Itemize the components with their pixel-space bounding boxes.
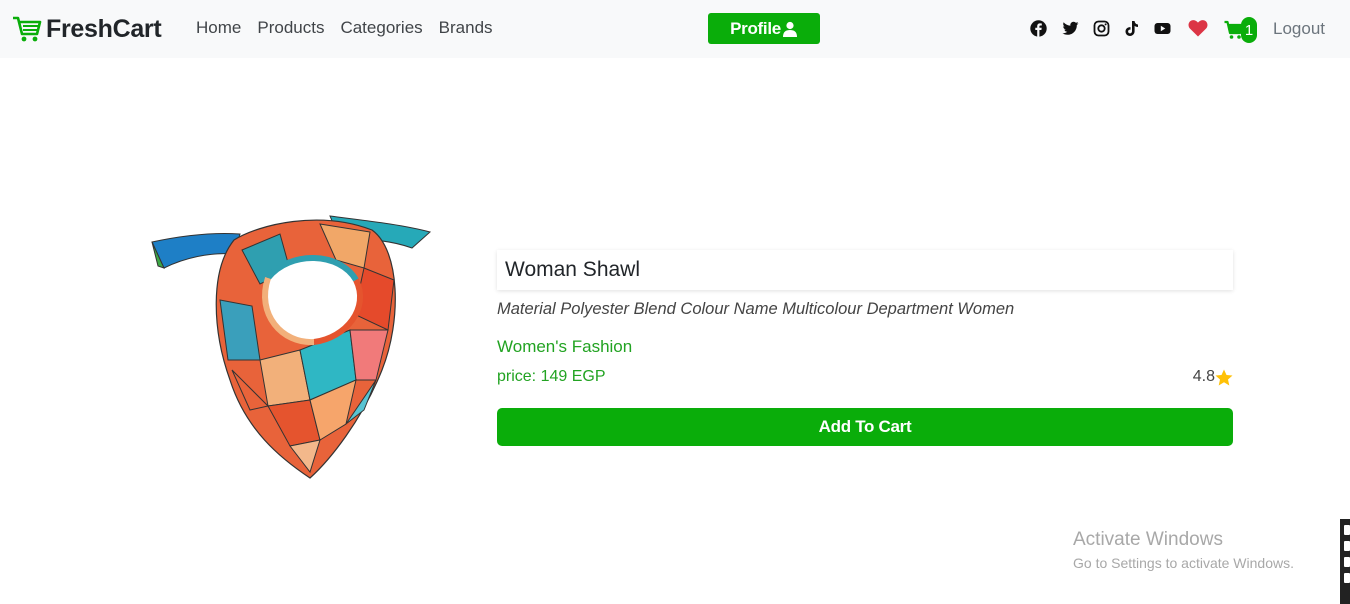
watermark-title: Activate Windows — [1073, 529, 1223, 550]
profile-button[interactable]: Profile — [708, 13, 820, 44]
youtube-icon[interactable] — [1154, 20, 1171, 37]
nav-link-categories[interactable]: Categories — [340, 18, 422, 38]
brand-logo[interactable]: FreshCart — [12, 14, 162, 44]
profile-label: Profile — [730, 18, 781, 38]
logout-link[interactable]: Logout — [1273, 19, 1325, 39]
star-icon — [1215, 369, 1233, 385]
heart-icon[interactable] — [1188, 19, 1208, 37]
toolbar-icon[interactable] — [1344, 557, 1350, 567]
nav-links: Home Products Categories Brands — [196, 18, 509, 38]
toolbar-icon[interactable] — [1344, 573, 1350, 583]
instagram-icon[interactable] — [1093, 20, 1110, 37]
cart-count-badge: 1 — [1241, 17, 1257, 43]
nav-link-brands[interactable]: Brands — [439, 18, 493, 38]
tiktok-icon[interactable] — [1123, 20, 1140, 37]
price-row: price: 149 EGP 4.8 — [497, 367, 1233, 387]
toolbar-icon[interactable] — [1344, 525, 1350, 535]
product-title-box: Woman Shawl — [497, 250, 1233, 290]
watermark-subtitle: Go to Settings to activate Windows. — [1073, 555, 1294, 571]
twitter-icon[interactable] — [1062, 20, 1079, 37]
product-info: Woman Shawl Material Polyester Blend Col… — [497, 250, 1233, 446]
cart-button[interactable]: 1 — [1224, 16, 1260, 44]
side-toolbar[interactable] — [1340, 519, 1350, 604]
rating-value: 4.8 — [1192, 368, 1215, 385]
brand-name: FreshCart — [46, 14, 162, 43]
windows-activation-watermark: Activate Windows Go to Settings to activ… — [1073, 529, 1294, 571]
product-description: Material Polyester Blend Colour Name Mul… — [497, 300, 1015, 318]
add-to-cart-button[interactable]: Add To Cart — [497, 408, 1233, 446]
product-price: price: 149 EGP — [497, 368, 606, 385]
shopping-cart-icon — [13, 16, 42, 42]
product-image[interactable] — [150, 210, 432, 482]
toolbar-icon[interactable] — [1344, 541, 1350, 551]
nav-link-home[interactable]: Home — [196, 18, 241, 38]
nav-link-products[interactable]: Products — [257, 18, 324, 38]
product-rating: 4.8 — [1193, 368, 1233, 386]
product-category: Women's Fashion — [497, 337, 633, 356]
product-title: Woman Shawl — [505, 258, 641, 281]
user-icon — [782, 21, 797, 37]
facebook-icon[interactable] — [1030, 20, 1047, 37]
navbar: FreshCart Home Products Categories Brand… — [0, 0, 1350, 58]
